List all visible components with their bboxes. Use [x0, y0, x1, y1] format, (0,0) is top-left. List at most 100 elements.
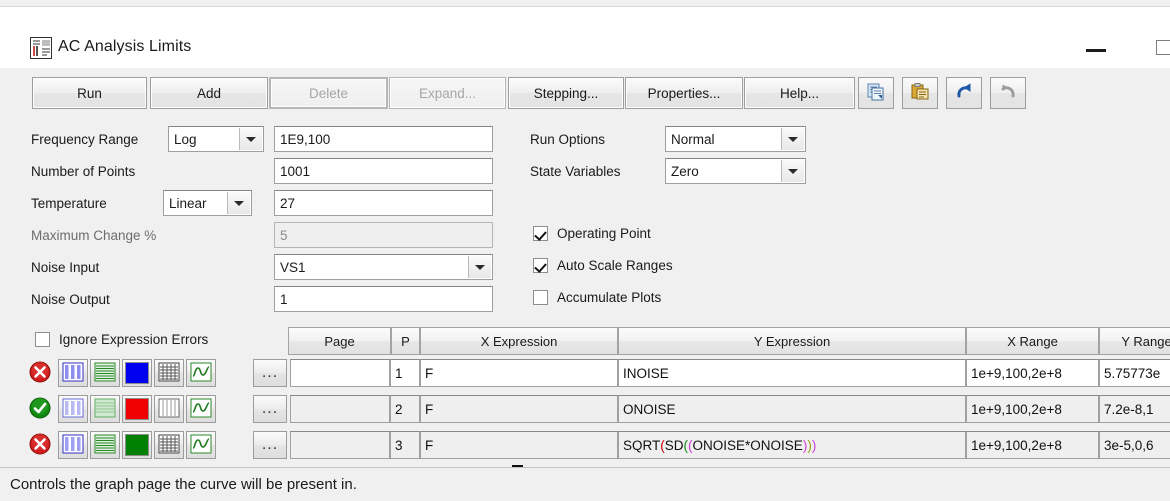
color-swatch [125, 362, 149, 384]
columns-icon-button[interactable] [58, 431, 88, 459]
cell-page[interactable] [290, 359, 390, 387]
header-y-range[interactable]: Y Range [1099, 327, 1170, 355]
paste-button[interactable] [902, 77, 938, 109]
temperature-scale-select[interactable]: Linear [163, 190, 252, 216]
cell-y-range[interactable]: 7.2e-8,1 [1099, 395, 1170, 423]
cell-x-range[interactable]: 1e+9,100,2e+8 [966, 359, 1099, 387]
run-options-label: Run Options [530, 132, 606, 147]
expand-button: Expand... [389, 77, 506, 109]
frequency-range-scale-value: Log [174, 131, 197, 147]
row-enable-toggle[interactable] [26, 359, 54, 387]
state-variables-label: State Variables [530, 164, 621, 179]
maximize-button[interactable] [1150, 29, 1170, 65]
color-swatch [125, 398, 149, 420]
number-of-points-input[interactable]: 1001 [274, 158, 493, 184]
cell-y-range[interactable]: 3e-5,0,6 [1099, 431, 1170, 459]
frequency-range-scale-select[interactable]: Log [168, 126, 264, 152]
checkbox-box [35, 332, 50, 347]
columns-icon-button[interactable] [58, 395, 88, 423]
columns-icon-button[interactable] [58, 359, 88, 387]
waveform-icon-button[interactable] [186, 431, 216, 459]
status-text: Controls the graph page the curve will b… [10, 476, 357, 493]
stripes-icon-button[interactable] [90, 359, 120, 387]
temperature-input[interactable]: 27 [274, 190, 493, 216]
stepping-button[interactable]: Stepping... [508, 77, 624, 109]
color-swatch-button[interactable] [122, 359, 152, 387]
minimize-icon [1086, 49, 1106, 52]
ignore-expression-errors-label: Ignore Expression Errors [59, 332, 209, 347]
ellipsis-icon: ... [261, 436, 279, 453]
cell-x-expression[interactable]: F [420, 395, 618, 423]
auto-scale-ranges-label: Auto Scale Ranges [557, 258, 673, 273]
auto-scale-ranges-checkbox[interactable]: Auto Scale Ranges [533, 258, 673, 273]
grid-icon-button[interactable] [154, 395, 184, 423]
temperature-scale-value: Linear [169, 195, 207, 211]
header-y-expression[interactable]: Y Expression [618, 327, 966, 355]
stripes-icon-button[interactable] [90, 395, 120, 423]
waveform-icon-button[interactable] [186, 359, 216, 387]
noise-input-select[interactable]: VS1 [274, 254, 493, 280]
y-expression-token: ONOISE*ONOISE [692, 437, 803, 453]
undo-button[interactable] [946, 77, 982, 109]
toolbar: Run Add Delete Expand... Stepping... Pro… [0, 68, 1170, 112]
stripes-icon-button[interactable] [90, 431, 120, 459]
run-button[interactable]: Run [32, 77, 147, 109]
temperature-label: Temperature [31, 196, 107, 211]
checkbox-box [533, 226, 548, 241]
row-enable-toggle[interactable] [26, 431, 54, 459]
run-options-select[interactable]: Normal [665, 126, 806, 152]
row-options-button[interactable]: ... [253, 359, 287, 387]
cell-p[interactable]: 2 [390, 395, 420, 423]
cell-x-range[interactable]: 1e+9,100,2e+8 [966, 431, 1099, 459]
header-page[interactable]: Page [288, 327, 391, 355]
grid-icon-button[interactable] [154, 359, 184, 387]
delete-button: Delete [269, 77, 388, 109]
cell-y-range[interactable]: 5.75773e [1099, 359, 1170, 387]
cell-y-expression[interactable]: INOISE [618, 359, 966, 387]
number-of-points-label: Number of Points [31, 164, 136, 179]
header-x-range[interactable]: X Range [966, 327, 1099, 355]
noise-input-value: VS1 [280, 259, 306, 275]
header-p[interactable]: P [391, 327, 420, 355]
ignore-expression-errors-checkbox[interactable]: Ignore Expression Errors [35, 332, 208, 347]
header-x-expression[interactable]: X Expression [420, 327, 618, 355]
color-swatch-button[interactable] [122, 395, 152, 423]
cell-x-range[interactable]: 1e+9,100,2e+8 [966, 395, 1099, 423]
accumulate-plots-checkbox[interactable]: Accumulate Plots [533, 290, 661, 305]
cell-x-expression[interactable]: F [420, 431, 618, 459]
row-options-button[interactable]: ... [253, 431, 287, 459]
cell-x-expression[interactable]: F [420, 359, 618, 387]
color-swatch-button[interactable] [122, 431, 152, 459]
cell-y-expression[interactable]: ONOISE [618, 395, 966, 423]
row-enable-toggle[interactable] [26, 395, 54, 423]
state-variables-value: Zero [671, 163, 699, 179]
operating-point-checkbox[interactable]: Operating Point [533, 226, 651, 241]
properties-button[interactable]: Properties... [625, 77, 743, 109]
waveform-icon-button[interactable] [186, 395, 216, 423]
columns-icon [62, 434, 84, 457]
y-expression-token: SD [664, 437, 684, 453]
cell-y-expression[interactable]: SQRT(SD((ONOISE*ONOISE))) [618, 431, 966, 459]
row-options-button[interactable]: ... [253, 395, 287, 423]
error-x-icon [29, 433, 51, 458]
y-expression-token: SQRT [623, 437, 661, 453]
frequency-range-input[interactable]: 1E9,100 [274, 126, 493, 152]
copy-button[interactable] [858, 77, 894, 109]
cell-page[interactable] [290, 431, 390, 459]
grid-icon [158, 434, 180, 457]
chevron-down-icon [227, 192, 250, 214]
help-button[interactable]: Help... [744, 77, 855, 109]
checkbox-box [533, 290, 548, 305]
cell-p[interactable]: 3 [390, 431, 420, 459]
cell-p[interactable]: 1 [390, 359, 420, 387]
grid-icon-button[interactable] [154, 431, 184, 459]
noise-output-input[interactable]: 1 [274, 286, 493, 312]
state-variables-select[interactable]: Zero [665, 158, 806, 184]
ac-analysis-limits-window: AC Analysis Limits Run Add Delete Expand… [0, 0, 1170, 501]
chevron-down-icon [781, 160, 804, 182]
add-button[interactable]: Add [150, 77, 268, 109]
chevron-down-icon [781, 128, 804, 150]
minimize-button[interactable] [1073, 29, 1119, 65]
maximum-change-input: 5 [274, 222, 493, 248]
cell-page[interactable] [290, 395, 390, 423]
